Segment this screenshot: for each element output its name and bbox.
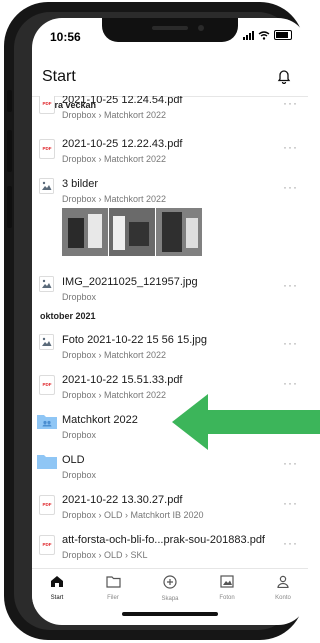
folder-icon	[105, 576, 121, 588]
folder-path: Dropbox	[62, 430, 97, 440]
more-options-button[interactable]: ···	[283, 278, 298, 292]
list-item[interactable]: OLD Dropbox ···	[32, 448, 308, 488]
list-item[interactable]: PDF 2021-10-25 12.22.43.pdf Dropbox › Ma…	[32, 132, 308, 172]
thumbnail-strip	[62, 208, 202, 256]
more-options-button[interactable]: ···	[283, 140, 298, 154]
app-screen: 10:56 Start Förra veckan PDF 2021-10-25 …	[32, 18, 308, 625]
photo-thumbnail[interactable]	[62, 208, 108, 256]
page: 10:56 Start Förra veckan PDF 2021-10-25 …	[0, 0, 320, 643]
tab-start[interactable]: Start	[32, 575, 82, 601]
tab-label: Konto	[275, 595, 291, 601]
more-options-button[interactable]: ···	[283, 536, 298, 550]
image-file-icon	[39, 334, 54, 350]
file-name: IMG_20211025_121957.jpg	[62, 276, 198, 288]
list-item[interactable]: PDF 2021-10-25 12.24.54.pdf Dropbox › Ma…	[32, 96, 308, 124]
file-name: 2021-10-22 13.30.27.pdf	[62, 494, 183, 506]
volume-down-button	[7, 186, 12, 228]
file-name: 2021-10-25 12.24.54.pdf	[62, 96, 183, 106]
more-options-button[interactable]: ···	[283, 376, 298, 390]
file-path: Dropbox › OLD › Matchkort IB 2020	[62, 510, 204, 520]
page-title: Start	[42, 68, 76, 85]
app-header: Start	[32, 58, 308, 97]
folder-icon	[37, 455, 57, 469]
tab-foton[interactable]: Foton	[202, 575, 252, 601]
notch	[102, 18, 238, 42]
photo-thumbnail[interactable]	[156, 208, 202, 256]
more-options-button[interactable]: ···	[283, 96, 298, 110]
bell-icon[interactable]	[276, 68, 292, 84]
file-path: Dropbox › Matchkort 2022	[62, 194, 167, 204]
list-item[interactable]: PDF att-forsta-och-bli-fo...prak-sou-201…	[32, 528, 308, 568]
status-bar: 10:56	[32, 18, 308, 58]
more-options-button[interactable]: ···	[283, 336, 298, 350]
tab-bar: Start Filer Skapa Foton Konto	[32, 568, 308, 609]
signal-icon	[243, 30, 254, 40]
folder-path: Dropbox	[62, 470, 97, 480]
battery-icon	[274, 30, 292, 40]
more-options-button[interactable]: ···	[283, 180, 298, 194]
tab-konto[interactable]: Konto	[258, 575, 308, 601]
list-item[interactable]: PDF 2021-10-22 13.30.27.pdf Dropbox › OL…	[32, 488, 308, 528]
file-name: 2021-10-25 12.22.43.pdf	[62, 138, 183, 150]
home-icon	[51, 576, 63, 587]
section-header-october: oktober 2021	[40, 311, 96, 321]
status-time: 10:56	[50, 30, 81, 44]
tab-filer[interactable]: Filer	[88, 575, 138, 601]
wifi-icon	[258, 30, 270, 40]
file-path: Dropbox › Matchkort 2022	[62, 154, 167, 164]
pdf-file-icon: PDF	[39, 495, 55, 515]
photo-icon	[220, 575, 234, 588]
file-path: Dropbox › Matchkort 2022	[62, 350, 167, 360]
camera	[198, 25, 204, 31]
shared-folder-icon	[37, 415, 57, 429]
home-indicator	[122, 612, 218, 616]
folder-name: Matchkort 2022	[62, 414, 138, 426]
annotation-arrow	[172, 394, 320, 450]
list-item[interactable]: Foto 2021-10-22 15 56 15.jpg Dropbox › M…	[32, 328, 308, 368]
more-options-button[interactable]: ···	[283, 496, 298, 510]
more-options-button[interactable]: ···	[283, 456, 298, 470]
file-path: Dropbox › Matchkort 2022	[62, 390, 167, 400]
pdf-file-icon: PDF	[39, 375, 55, 395]
pdf-file-icon: PDF	[39, 535, 55, 555]
pdf-file-icon: PDF	[39, 139, 55, 159]
volume-up-button	[7, 130, 12, 172]
list-item[interactable]: 3 bilder Dropbox › Matchkort 2022 ···	[32, 172, 308, 212]
list-item[interactable]: IMG_20211025_121957.jpg Dropbox ···	[32, 270, 308, 310]
folder-name: OLD	[62, 454, 85, 466]
person-icon	[277, 575, 289, 589]
tab-skapa[interactable]: Skapa	[145, 575, 195, 602]
mute-switch	[7, 90, 12, 112]
status-icons	[243, 30, 292, 40]
plus-circle-icon	[163, 575, 177, 589]
file-name: 2021-10-22 15.51.33.pdf	[62, 374, 183, 386]
file-path: Dropbox › OLD › SKL	[62, 550, 148, 560]
pdf-file-icon: PDF	[39, 96, 55, 114]
file-path: Dropbox › Matchkort 2022	[62, 110, 167, 120]
image-file-icon	[39, 178, 54, 194]
file-path: Dropbox	[62, 292, 97, 302]
file-name: att-forsta-och-bli-fo...prak-sou-201883.…	[62, 534, 265, 546]
tab-label: Foton	[219, 595, 235, 601]
image-file-icon	[39, 276, 54, 292]
tab-label: Filer	[107, 595, 119, 601]
photo-thumbnail[interactable]	[109, 208, 155, 256]
file-name: 3 bilder	[62, 178, 99, 190]
file-name: Foto 2021-10-22 15 56 15.jpg	[62, 334, 207, 346]
tab-label: Skapa	[161, 596, 179, 602]
tab-label: Start	[50, 595, 64, 601]
speaker	[152, 26, 188, 30]
